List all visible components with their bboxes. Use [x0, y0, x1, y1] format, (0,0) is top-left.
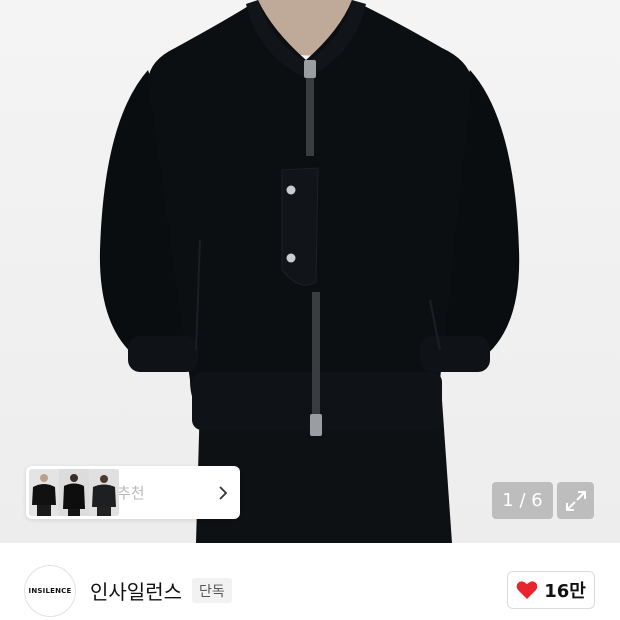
- image-pager: 1 / 6: [492, 482, 553, 519]
- like-count: 16만: [544, 581, 586, 602]
- expand-button[interactable]: [557, 482, 594, 519]
- shop-info-bar: INSILENCE 인사일런스 단독 16만: [0, 543, 620, 620]
- thumbnail-2: [59, 469, 89, 516]
- recommend-label: 추천: [117, 484, 145, 502]
- shop-name[interactable]: 인사일런스: [90, 576, 182, 605]
- recommend-card[interactable]: 추천: [26, 466, 240, 519]
- thumbnail-1: [29, 469, 59, 516]
- like-button[interactable]: 16만: [507, 571, 595, 609]
- product-image[interactable]: [0, 0, 620, 543]
- thumbnail-3: [89, 469, 119, 516]
- expand-icon: [565, 490, 586, 511]
- recommend-thumbnails: [29, 469, 119, 516]
- product-photo: [99, 0, 520, 543]
- shop-logo[interactable]: INSILENCE: [24, 565, 76, 617]
- shop-logo-text: INSILENCE: [28, 587, 72, 595]
- exclusive-badge: 단독: [192, 578, 232, 603]
- chevron-right-icon: [219, 485, 228, 500]
- heart-icon: [516, 581, 538, 599]
